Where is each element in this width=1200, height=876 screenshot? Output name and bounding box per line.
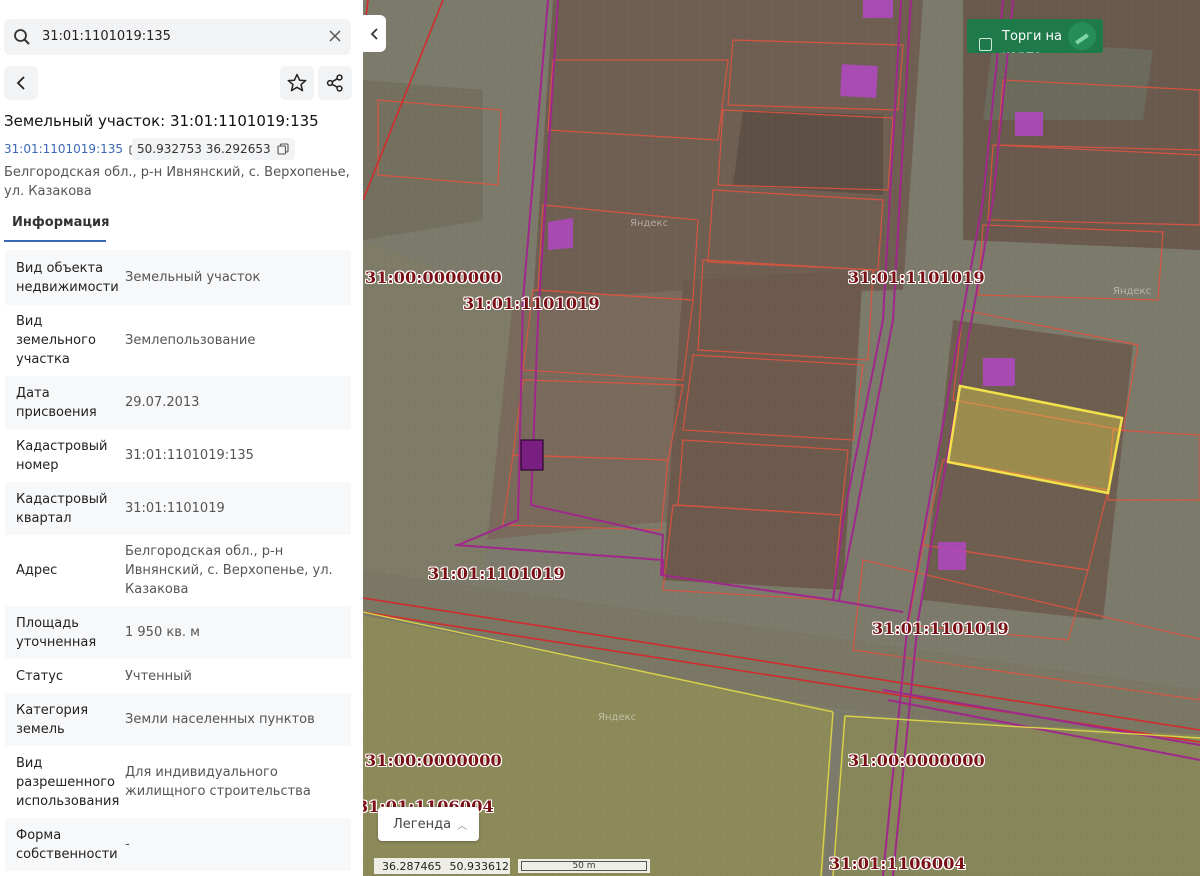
quarter-label: 31:00:0000000 <box>365 751 502 770</box>
search-icon <box>14 29 30 45</box>
coordinates-chip[interactable]: 50.932753 36.292653 <box>132 138 295 160</box>
row-key: Категория земель <box>16 702 89 737</box>
search-input[interactable]: 31:01:1101019:135 <box>42 29 171 44</box>
share-icon <box>326 74 343 92</box>
row-value: 1 950 кв. м <box>125 625 200 640</box>
copy-icon[interactable] <box>277 143 289 155</box>
row-value: - <box>125 837 130 852</box>
row-value: Земельный участок <box>125 270 261 285</box>
favorite-button[interactable] <box>280 66 314 100</box>
row-value: 29.07.2013 <box>125 395 200 410</box>
row-key: Кадастровый номер <box>16 438 108 473</box>
cadastral-number-link[interactable]: 31:01:1101019:135 <box>4 142 123 156</box>
quarter-label: 31:01:1101019 <box>848 268 985 287</box>
gavel-icon <box>1068 22 1096 50</box>
row-key: Площадь уточненная <box>16 615 97 650</box>
quarter-label: 31:01:1106004 <box>829 854 966 873</box>
satellite-map <box>363 0 1200 876</box>
row-value: Землепользование <box>125 333 256 348</box>
row-value: 31:01:1101019 <box>125 501 225 516</box>
row-key: Форма собственности <box>16 827 118 862</box>
object-address: Белгородская обл., р-н Ивнянский, с. Вер… <box>4 165 350 199</box>
quarter-label: 31:01:1101019 <box>872 619 1009 638</box>
cursor-longitude: 36.287465 <box>382 859 442 873</box>
close-icon[interactable] <box>328 29 342 43</box>
tab-information[interactable]: Информация <box>4 210 110 242</box>
page-title: Земельный участок: 31:01:1101019:135 <box>4 112 319 130</box>
legend-label: Легенда <box>393 816 452 832</box>
scale-bar: 50 m <box>518 859 650 873</box>
cadastral-number-chip[interactable]: 31:01:1101019:135 <box>0 138 148 160</box>
map-view[interactable]: Яндекс Яндекс Яндекс 31:00:0000000 31:01… <box>363 0 1200 876</box>
star-icon <box>287 73 307 92</box>
scale-bar-label: 50 m <box>572 861 596 871</box>
cursor-coordinates: 36.287465 50.933612 <box>374 858 510 874</box>
table-row: Кадастровый номер 31:01:1101019:135 <box>5 429 351 482</box>
row-value: 31:01:1101019:135 <box>125 448 254 463</box>
table-row: Площадь уточненная 1 950 кв. м <box>5 606 351 659</box>
row-value: Учтенный <box>125 668 192 684</box>
quarter-label: 31:01:1101019 <box>428 564 565 583</box>
auctions-checkbox[interactable] <box>979 38 992 51</box>
map-watermark: Яндекс <box>1113 286 1152 297</box>
info-table: Вид объекта недвижимости Земельный участ… <box>5 250 351 871</box>
table-row: Вид разрешенного использования Для индив… <box>5 746 351 818</box>
cursor-latitude: 50.933612 <box>449 859 510 873</box>
back-button[interactable] <box>4 66 38 100</box>
table-row: Адрес Белгородская обл., р-н Ивнянский, … <box>5 535 351 606</box>
auctions-toggle-label: Торги на карте <box>1002 29 1063 53</box>
coordinates-value: 50.932753 36.292653 <box>137 142 271 156</box>
table-row: Кадастровый квартал 31:01:1101019 <box>5 482 351 535</box>
table-row: Категория земель Земли населенных пункто… <box>5 693 351 746</box>
map-watermark: Яндекс <box>630 218 669 229</box>
row-key: Вид объекта недвижимости <box>16 260 119 295</box>
chevron-left-icon <box>370 27 378 40</box>
search-bar[interactable]: 31:01:1101019:135 <box>4 19 351 55</box>
table-row: Дата присвоения 29.07.2013 <box>5 376 351 429</box>
share-button[interactable] <box>318 66 352 100</box>
row-key: Вид земельного участка <box>16 314 96 367</box>
table-row: Форма собственности - <box>5 818 351 871</box>
row-value: Земли населенных пунктов <box>125 712 315 727</box>
table-row: Статус Учтенный <box>5 659 351 693</box>
row-value: Для индивидуального жилищного строительс… <box>125 765 311 799</box>
row-key: Дата присвоения <box>16 385 97 420</box>
object-info-panel: 31:01:1101019:135 Земельный участок: 31:… <box>0 0 363 876</box>
map-watermark: Яндекс <box>598 712 637 723</box>
table-row: Вид объекта недвижимости Земельный участ… <box>5 250 351 305</box>
auctions-toggle[interactable]: Торги на карте <box>967 19 1103 53</box>
quarter-label: 31:00:0000000 <box>848 751 985 770</box>
arrow-left-icon <box>16 76 25 90</box>
quarter-label: 31:01:1101019 <box>463 294 600 313</box>
chevron-up-icon: ︿ <box>457 820 468 832</box>
table-row: Вид земельного участка Землепользование <box>5 305 351 376</box>
row-value: Белгородская обл., р-н Ивнянский, с. Вер… <box>125 544 333 597</box>
row-key: Вид разрешенного использования <box>16 755 120 809</box>
collapse-panel-button[interactable] <box>363 15 386 52</box>
quarter-label: 31:00:0000000 <box>365 268 502 287</box>
row-key: Статус <box>16 668 64 684</box>
row-key: Адрес <box>16 563 58 578</box>
row-key: Кадастровый квартал <box>16 491 108 526</box>
legend-button[interactable]: Легенда ︿ <box>378 807 479 841</box>
